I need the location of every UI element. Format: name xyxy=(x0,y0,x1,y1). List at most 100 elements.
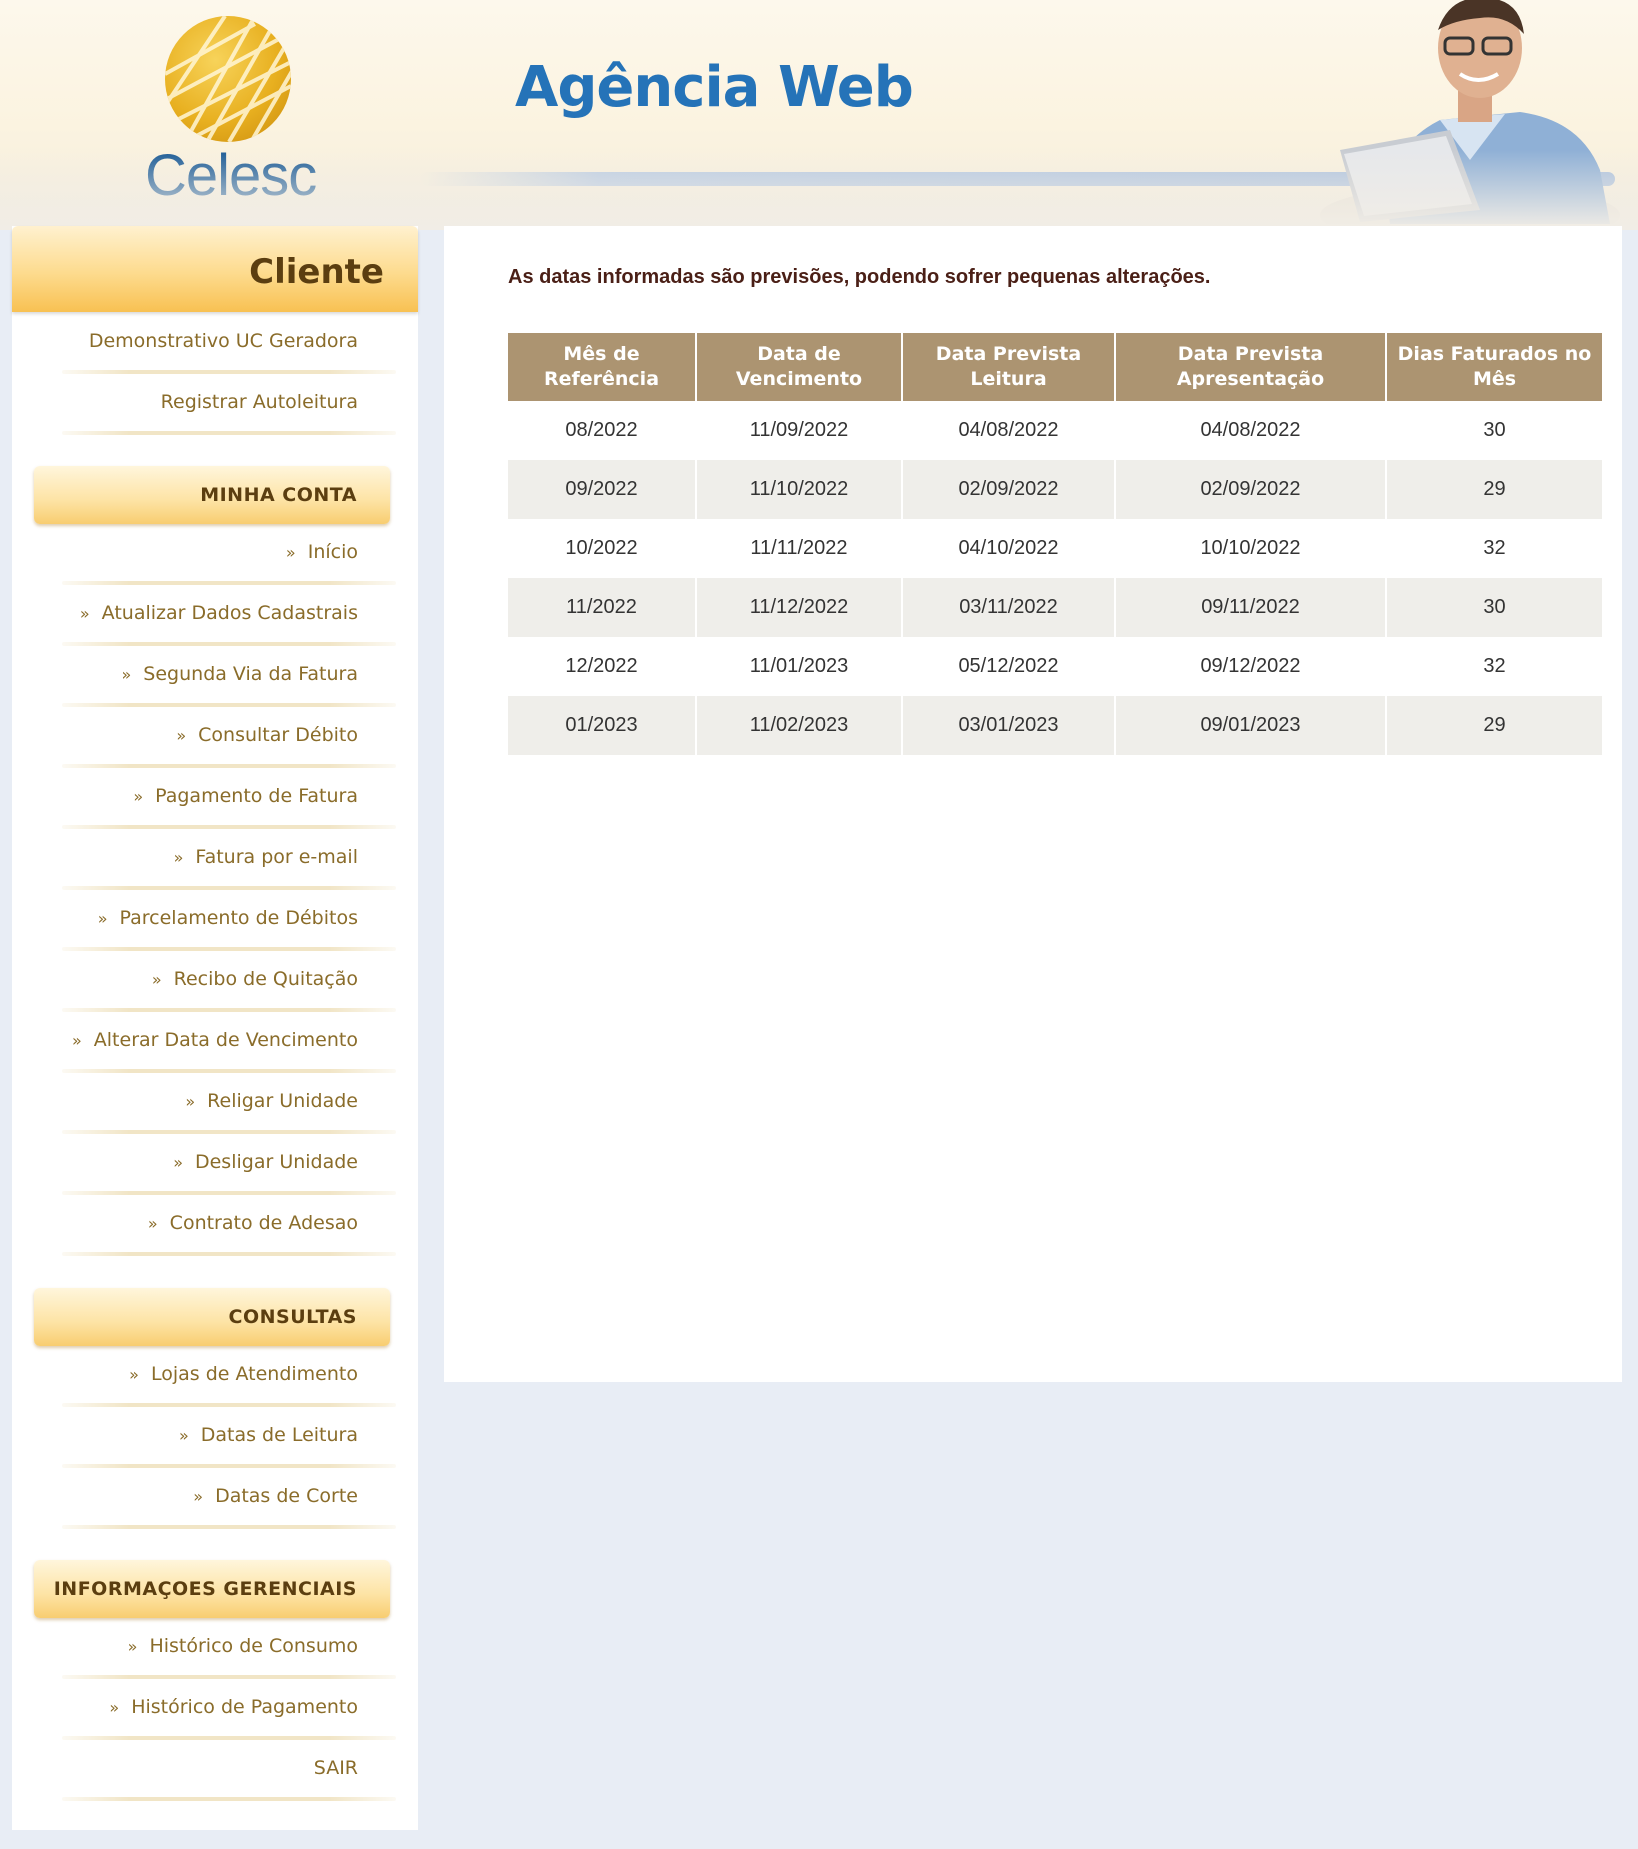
notice-text: As datas informadas são previsões, poden… xyxy=(508,266,1211,288)
menu-separator xyxy=(62,764,396,768)
section-title: CONSULTAS xyxy=(228,1306,357,1328)
table-cell: 11/11/2022 xyxy=(696,519,903,578)
menu-separator xyxy=(62,1675,396,1679)
table-cell: 12/2022 xyxy=(508,637,697,696)
menu-separator xyxy=(62,1403,396,1407)
table-cell: 02/09/2022 xyxy=(1115,460,1387,519)
menu-item-historico-de-consumo[interactable]: » Histórico de Consumo xyxy=(128,1635,358,1657)
menu-item-pagamento-de-fatura[interactable]: » Pagamento de Fatura xyxy=(133,785,358,807)
table-cell: 08/2022 xyxy=(508,401,697,460)
chevron-right-icon: » xyxy=(151,970,162,989)
menu-item-segunda-via-da-fatura[interactable]: » Segunda Via da Fatura xyxy=(122,663,359,685)
menu-separator xyxy=(62,1736,396,1740)
chevron-right-icon: » xyxy=(173,1153,183,1172)
menu-item-label: Atualizar Dados Cadastrais xyxy=(101,602,358,624)
section-minha-conta: MINHA CONTA xyxy=(34,466,390,524)
menu-item-lojas-de-atendimento[interactable]: » Lojas de Atendimento xyxy=(129,1363,358,1385)
sidebar-title-label: Cliente xyxy=(249,252,384,292)
menu-item-label: Desligar Unidade xyxy=(194,1151,358,1173)
menu-item-label: Início xyxy=(307,541,358,563)
menu-item-registrar-autoleitura[interactable]: Registrar Autoleitura xyxy=(161,391,358,413)
table-cell: 10/2022 xyxy=(508,519,697,578)
menu-item-label: Parcelamento de Débitos xyxy=(119,907,358,929)
logout-link[interactable]: SAIR xyxy=(314,1757,358,1779)
menu-item-fatura-por-email[interactable]: » Fatura por e-mail xyxy=(174,846,358,868)
table-header-row: Mês de Referência Data de Vencimento Dat… xyxy=(508,333,1602,401)
celesc-logo[interactable]: Celesc xyxy=(135,14,325,208)
menu-separator xyxy=(62,1069,396,1073)
chevron-right-icon: » xyxy=(285,543,296,562)
menu-separator xyxy=(62,1008,396,1012)
chevron-right-icon: » xyxy=(147,1214,158,1233)
chevron-right-icon: » xyxy=(173,848,184,867)
table-cell: 10/10/2022 xyxy=(1115,519,1387,578)
chevron-right-icon: » xyxy=(133,787,144,806)
menu-item-label: Recibo de Quitação xyxy=(173,968,358,990)
menu-item-desligar-unidade[interactable]: » Desligar Unidade xyxy=(173,1151,358,1173)
table-cell: 09/01/2023 xyxy=(1115,696,1387,755)
menu-item-label: Segunda Via da Fatura xyxy=(143,663,358,685)
menu-item-label: Registrar Autoleitura xyxy=(160,391,358,413)
chevron-right-icon: » xyxy=(79,604,90,623)
menu-separator xyxy=(62,431,396,435)
table-cell: 32 xyxy=(1483,655,1506,677)
menu-separator xyxy=(62,825,396,829)
menu-item-label: Alterar Data de Vencimento xyxy=(93,1029,358,1051)
table-row: 09/2022 11/10/2022 02/09/2022 02/09/2022… xyxy=(508,460,1602,519)
menu-separator xyxy=(62,1130,396,1134)
menu-item-parcelamento-de-debitos[interactable]: » Parcelamento de Débitos xyxy=(98,907,358,929)
menu-item-religar-unidade[interactable]: » Religar Unidade xyxy=(185,1090,358,1112)
chevron-right-icon: » xyxy=(109,1698,120,1717)
menu-separator xyxy=(62,1525,396,1529)
reading-dates-table: Mês de Referência Data de Vencimento Dat… xyxy=(508,333,1602,755)
table-cell: 05/12/2022 xyxy=(902,637,1116,696)
menu-item-label: Consultar Débito xyxy=(198,724,358,746)
menu-item-atualizar-dados-cadastrais[interactable]: » Atualizar Dados Cadastrais xyxy=(80,602,358,624)
menu-item-demonstrativo-uc-geradora[interactable]: Demonstrativo UC Geradora xyxy=(89,330,358,352)
section-title: MINHA CONTA xyxy=(200,484,357,506)
menu-item-datas-de-corte[interactable]: » Datas de Corte xyxy=(193,1485,358,1507)
table-cell: 11/10/2022 xyxy=(696,460,903,519)
menu-item-label: Datas de Corte xyxy=(215,1485,358,1507)
menu-item-label: Pagamento de Fatura xyxy=(155,785,358,807)
chevron-right-icon: » xyxy=(193,1487,204,1506)
menu-item-inicio[interactable]: » Início xyxy=(286,541,358,563)
site-title: Agência Web xyxy=(515,55,914,120)
menu-separator xyxy=(62,1464,396,1468)
menu-item-label: Lojas de Atendimento xyxy=(150,1363,358,1385)
column-header-data-vencimento: Data de Vencimento xyxy=(696,333,903,401)
table-cell: 04/10/2022 xyxy=(902,519,1116,578)
menu-item-label: Contrato de Adesao xyxy=(169,1212,358,1234)
menu-item-label: Histórico de Consumo xyxy=(149,1635,358,1657)
chevron-right-icon: » xyxy=(176,726,187,745)
table-row: 10/2022 11/11/2022 04/10/2022 10/10/2022… xyxy=(508,519,1602,578)
menu-item-alterar-data-de-vencimento[interactable]: » Alterar Data de Vencimento xyxy=(72,1029,358,1051)
menu-item-label: Datas de Leitura xyxy=(200,1424,358,1446)
column-header-data-prevista-leitura: Data Prevista Leitura xyxy=(902,333,1116,401)
menu-item-historico-de-pagamento[interactable]: » Histórico de Pagamento xyxy=(109,1696,358,1718)
header-decorative-line xyxy=(420,172,1615,186)
chevron-right-icon: » xyxy=(71,1031,82,1050)
menu-item-label: Demonstrativo UC Geradora xyxy=(88,330,358,352)
table-row: 11/2022 11/12/2022 03/11/2022 09/11/2022… xyxy=(508,578,1602,637)
menu-separator xyxy=(62,947,396,951)
menu-item-consultar-debito[interactable]: » Consultar Débito xyxy=(176,724,358,746)
menu-item-datas-de-leitura[interactable]: » Datas de Leitura xyxy=(179,1424,358,1446)
menu-item-recibo-de-quitacao[interactable]: » Recibo de Quitação xyxy=(152,968,358,990)
menu-separator xyxy=(62,1252,396,1256)
chevron-right-icon: » xyxy=(121,665,132,684)
menu-item-contrato-de-adesao[interactable]: » Contrato de Adesao xyxy=(148,1212,358,1234)
table-cell: 03/11/2022 xyxy=(902,578,1116,637)
menu-separator xyxy=(62,581,396,585)
menu-separator xyxy=(62,1797,396,1801)
column-header-mes-referencia: Mês de Referência xyxy=(508,333,697,401)
table-cell: 04/08/2022 xyxy=(1115,401,1387,460)
menu-separator xyxy=(62,1191,396,1195)
section-consultas: CONSULTAS xyxy=(34,1288,390,1346)
table-cell: 30 xyxy=(1483,419,1506,441)
sun-logo-icon xyxy=(165,16,291,142)
column-header-data-prevista-apresentacao: Data Prevista Apresentação xyxy=(1115,333,1387,401)
table-cell: 11/2022 xyxy=(508,578,697,637)
sidebar-title: Cliente xyxy=(12,226,418,312)
menu-separator xyxy=(62,642,396,646)
